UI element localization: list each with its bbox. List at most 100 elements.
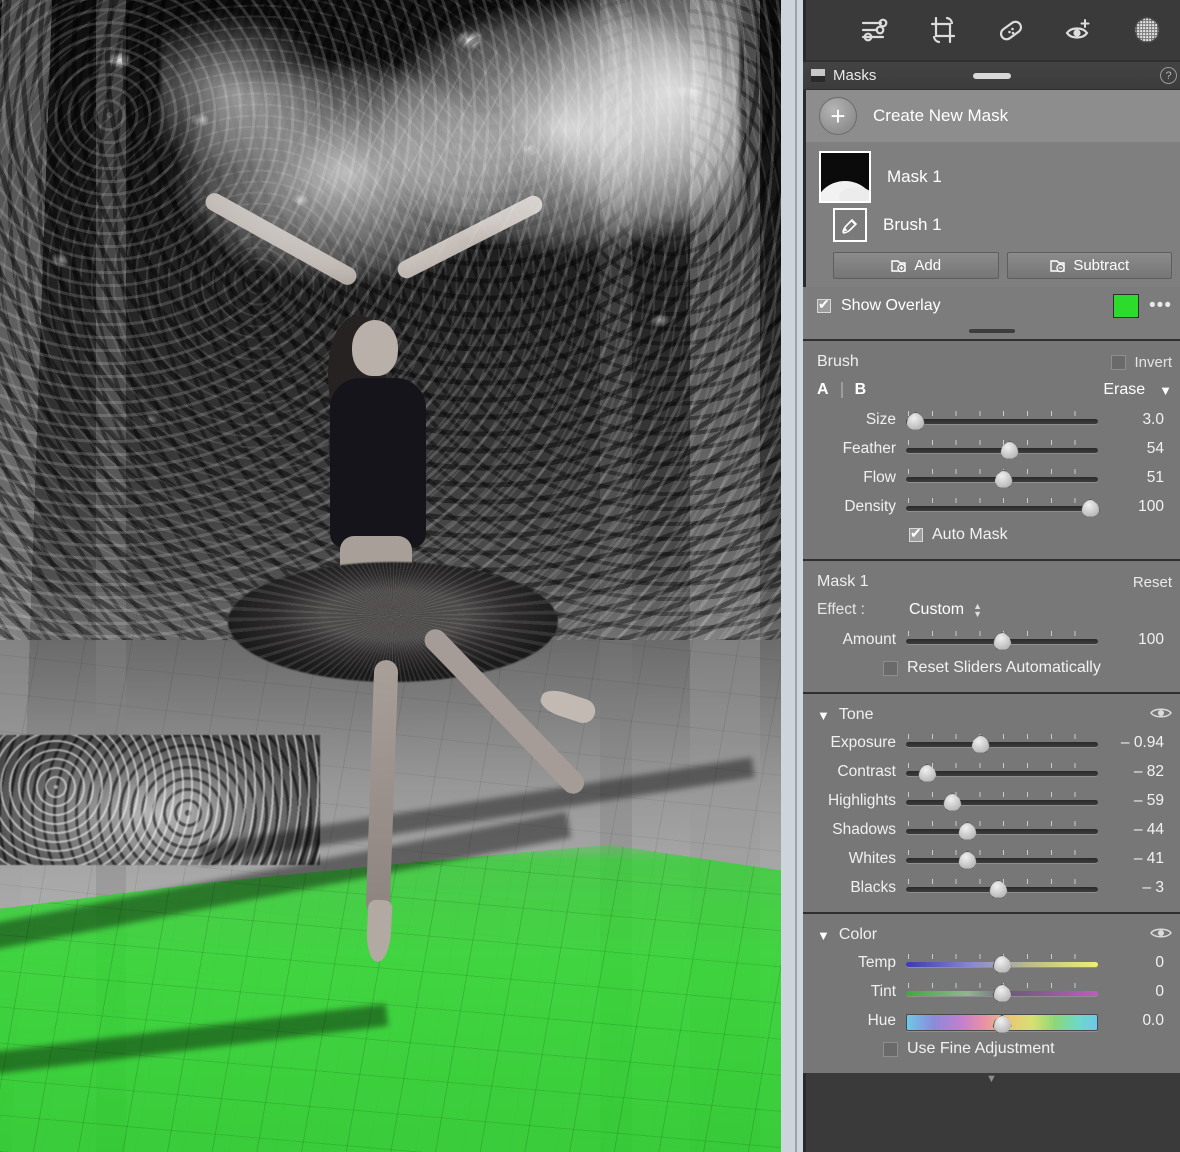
- shadows-label: Shadows: [832, 820, 896, 838]
- temp-label: Temp: [858, 953, 896, 971]
- brush-size-row: Size 3.0: [803, 405, 1180, 434]
- reset-sliders-checkbox[interactable]: [883, 660, 898, 676]
- invert-checkbox[interactable]: [1111, 354, 1127, 370]
- masking-icon[interactable]: [1127, 11, 1167, 49]
- amount-row: Amount 100: [803, 625, 1180, 654]
- ab-divider: [840, 382, 843, 398]
- amount-slider[interactable]: [906, 629, 1098, 651]
- exposure-slider[interactable]: [906, 732, 1098, 754]
- highlights-row: Highlights – 59: [803, 786, 1180, 815]
- exposure-value: – 0.94: [1120, 733, 1164, 751]
- eye-icon[interactable]: [1150, 706, 1172, 724]
- blacks-value: – 3: [1142, 878, 1164, 896]
- overlay-more-options-icon[interactable]: •••: [1149, 295, 1174, 317]
- chevron-updown-icon[interactable]: ▲ ▼: [973, 601, 982, 618]
- add-label: Add: [914, 257, 942, 274]
- mask-effect-section: Mask 1 Reset Effect : Custom ▲ ▼ Amount 1…: [803, 559, 1180, 692]
- reset-button[interactable]: Reset: [1133, 574, 1172, 591]
- effect-value[interactable]: Custom: [909, 601, 964, 619]
- exposure-label: Exposure: [830, 733, 896, 751]
- brush-size-value: 3.0: [1142, 410, 1164, 428]
- help-icon[interactable]: ?: [1160, 67, 1177, 84]
- brush-b-button[interactable]: B: [855, 381, 867, 399]
- right-panel: Masks ? + Create New Mask Mask 1 Brush 1…: [803, 0, 1180, 1152]
- mask-list-item[interactable]: Mask 1: [803, 148, 1180, 206]
- panel-toggle-icon[interactable]: [811, 69, 825, 82]
- brush-erase-button[interactable]: Erase: [1103, 381, 1145, 399]
- chevron-down-icon[interactable]: ▼: [817, 928, 830, 943]
- brush-ab-row: A B Erase ▼: [803, 375, 1180, 405]
- color-section-header[interactable]: ▼ Color: [803, 922, 1180, 948]
- create-new-mask-label: Create New Mask: [873, 106, 1009, 125]
- effect-row: Effect : Custom ▲ ▼: [803, 595, 1180, 625]
- crop-icon[interactable]: [923, 11, 963, 49]
- hue-row: Hue 0.0: [803, 1006, 1180, 1035]
- masks-block: + Create New Mask Mask 1 Brush 1 Add Sub…: [803, 90, 1180, 339]
- mask-thumbnail[interactable]: [819, 151, 871, 203]
- masks-resize-handle[interactable]: [803, 325, 1180, 339]
- fine-adjustment-checkbox[interactable]: [883, 1041, 898, 1057]
- brush-a-button[interactable]: A: [817, 381, 829, 399]
- amount-label: Amount: [842, 630, 896, 648]
- brush-feather-value: 54: [1146, 439, 1164, 457]
- temp-slider[interactable]: [906, 952, 1098, 974]
- edit-toolbar: [803, 0, 1180, 62]
- add-button[interactable]: Add: [833, 252, 999, 279]
- create-new-mask-button[interactable]: + Create New Mask: [803, 90, 1180, 142]
- brush-density-slider[interactable]: [906, 496, 1100, 518]
- reset-sliders-label: Reset Sliders Automatically: [907, 659, 1101, 676]
- tone-section-header[interactable]: ▼ Tone: [803, 702, 1180, 728]
- tint-label: Tint: [870, 982, 896, 1000]
- hue-slider[interactable]: [906, 1010, 1098, 1033]
- overlay-color-swatch[interactable]: [1113, 294, 1140, 318]
- contrast-slider[interactable]: [906, 761, 1098, 783]
- hue-value: 0.0: [1142, 1011, 1164, 1029]
- tone-section: ▼ Tone Exposure – 0.94 Contrast – 82 Hig…: [803, 692, 1180, 912]
- auto-mask-row: Auto Mask: [803, 521, 1180, 549]
- mask-sub-item[interactable]: Brush 1: [803, 206, 1180, 248]
- edit-sliders-icon[interactable]: [855, 11, 895, 49]
- tint-value: 0: [1155, 982, 1164, 1000]
- pointe-shoe-standing: [365, 899, 393, 963]
- brush-flow-slider[interactable]: [906, 467, 1098, 489]
- eye-icon[interactable]: [1150, 926, 1172, 944]
- healing-brush-icon[interactable]: [991, 11, 1031, 49]
- brush-feather-slider[interactable]: [906, 438, 1098, 460]
- brush-flow-value: 51: [1146, 468, 1164, 486]
- brush-size-slider[interactable]: [906, 409, 1098, 431]
- whites-slider[interactable]: [906, 848, 1098, 870]
- brush-density-value: 100: [1138, 497, 1164, 515]
- highlights-slider[interactable]: [906, 790, 1098, 812]
- auto-mask-checkbox[interactable]: [909, 525, 923, 542]
- panel-drag-handle[interactable]: [972, 72, 1011, 79]
- dancer-figure: [0, 0, 781, 1152]
- auto-mask-label: Auto Mask: [932, 526, 1008, 543]
- color-section: ▼ Color Temp 0 Tint 0 Hue 0.0 Use Fine A…: [803, 912, 1180, 1073]
- chevron-down-icon[interactable]: ▼: [817, 708, 830, 723]
- chevron-down-icon[interactable]: ▼: [1159, 383, 1172, 398]
- panel-scroll-indicator[interactable]: ▼: [803, 1073, 1180, 1087]
- image-canvas[interactable]: [0, 0, 781, 1152]
- shadows-row: Shadows – 44: [803, 815, 1180, 844]
- brush-icon[interactable]: [833, 208, 867, 242]
- shadows-slider[interactable]: [906, 819, 1098, 841]
- plus-icon[interactable]: +: [819, 97, 857, 135]
- brush-flow-row: Flow 51: [803, 463, 1180, 492]
- blacks-slider[interactable]: [906, 877, 1098, 899]
- temp-row: Temp 0: [803, 948, 1180, 977]
- subtract-button[interactable]: Subtract: [1006, 252, 1172, 279]
- invert-label: Invert: [1134, 353, 1172, 371]
- tint-slider[interactable]: [906, 981, 1098, 1003]
- brush-section-title: Brush: [817, 353, 859, 370]
- color-section-title: Color: [838, 926, 878, 943]
- masks-panel-header[interactable]: Masks ?: [803, 62, 1180, 90]
- contrast-row: Contrast – 82: [803, 757, 1180, 786]
- fine-adjustment-label: Use Fine Adjustment: [907, 1040, 1055, 1057]
- red-eye-icon[interactable]: [1059, 11, 1099, 49]
- contrast-value: – 82: [1133, 762, 1164, 780]
- contrast-label: Contrast: [837, 762, 896, 780]
- shadows-value: – 44: [1133, 820, 1164, 838]
- show-overlay-checkbox[interactable]: [817, 296, 831, 313]
- reset-sliders-row: Reset Sliders Automatically: [803, 654, 1180, 682]
- blacks-row: Blacks – 3: [803, 873, 1180, 902]
